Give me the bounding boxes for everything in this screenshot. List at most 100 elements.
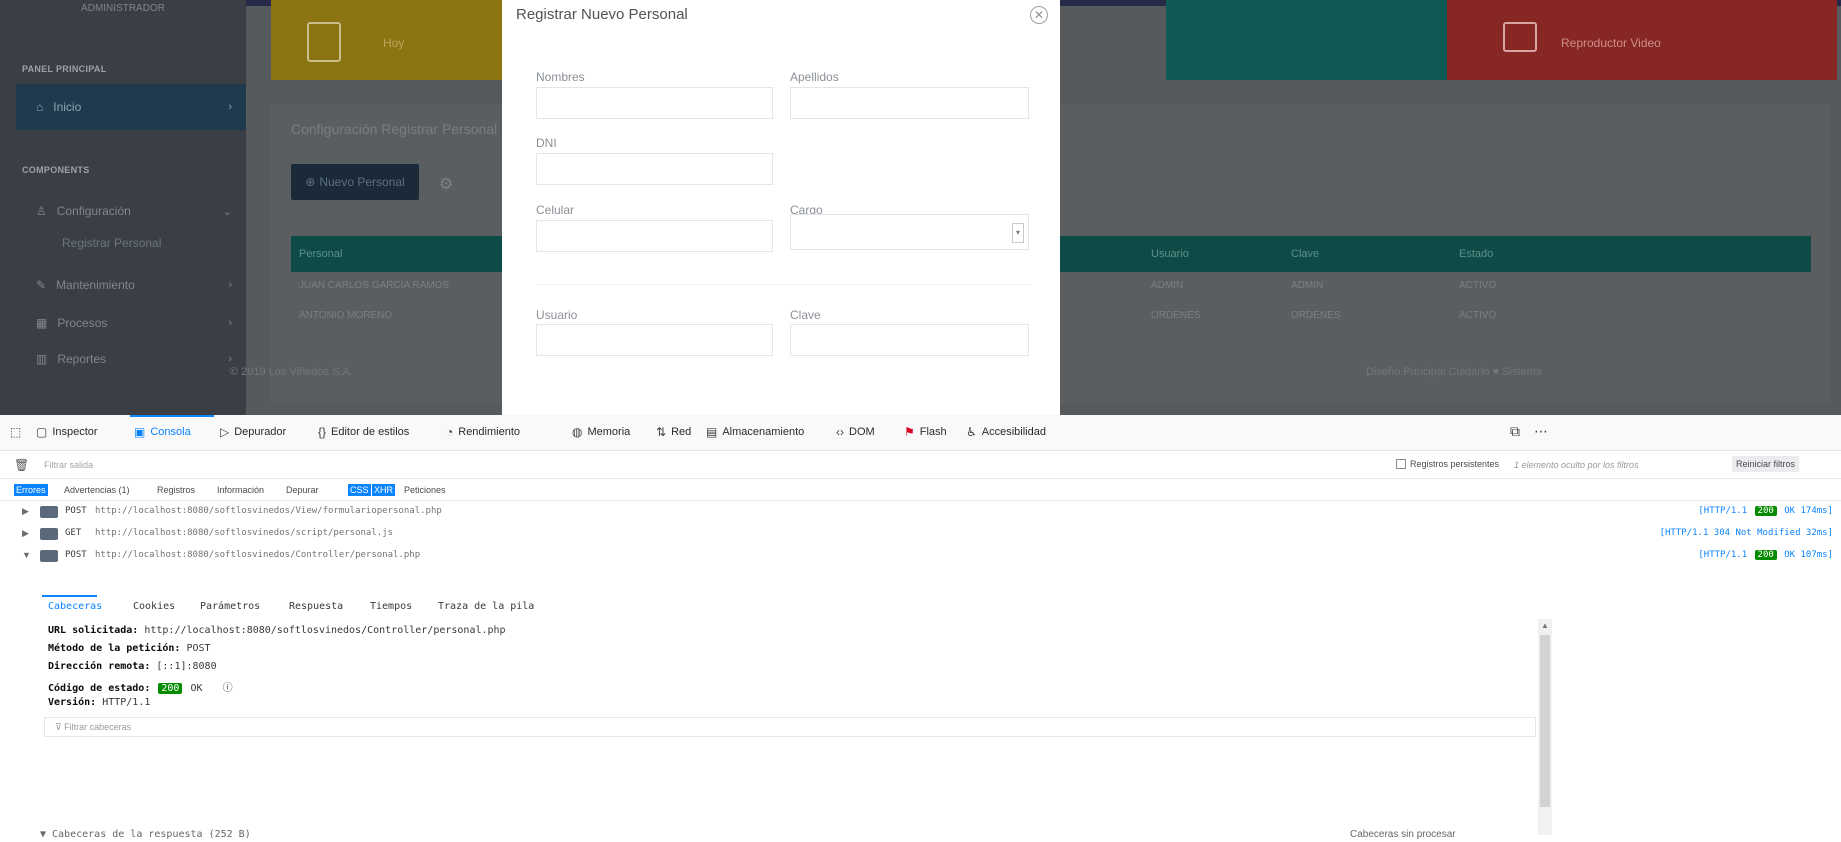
trash-icon[interactable]: 🗑 bbox=[14, 458, 29, 472]
expand-arrow-icon[interactable]: ▶ bbox=[22, 506, 29, 517]
console-filter-input[interactable]: Filtrar salida bbox=[44, 460, 93, 470]
cargo-select[interactable]: ▾ bbox=[790, 214, 1029, 250]
clave-input[interactable] bbox=[790, 324, 1029, 356]
tab-storage[interactable]: ▤ Almacenamiento bbox=[706, 425, 804, 439]
checkbox-label: Registros persistentes bbox=[1410, 459, 1500, 469]
tab-params[interactable]: Parámetros bbox=[200, 601, 260, 612]
status-code-badge: 200 bbox=[1754, 550, 1777, 560]
chevron-right-icon: › bbox=[228, 353, 232, 365]
request-status: [HTTP/1.1 304 Not Modified 32ms] bbox=[1660, 528, 1833, 538]
sidebar-item-home[interactable]: ⌂ Inicio › bbox=[16, 84, 246, 130]
filter-debug[interactable]: Depurar bbox=[284, 484, 321, 496]
celular-input[interactable] bbox=[536, 220, 773, 252]
filter-warnings[interactable]: Advertencias (1) bbox=[62, 484, 132, 496]
debugger-icon: ▷ bbox=[220, 425, 230, 439]
dni-input[interactable] bbox=[536, 153, 773, 185]
nombres-input[interactable] bbox=[536, 87, 773, 119]
header-key: Código de estado: bbox=[48, 683, 151, 694]
tile-teal[interactable] bbox=[1166, 0, 1456, 80]
more-icon[interactable]: ⋯ bbox=[1534, 423, 1548, 440]
reset-filters-button[interactable]: Reiniciar filtros bbox=[1732, 456, 1800, 472]
request-method: POST bbox=[65, 550, 87, 560]
user-icon: ♙ bbox=[36, 204, 47, 218]
status-suffix: OK 107ms] bbox=[1778, 550, 1833, 560]
header-key: Versión: bbox=[48, 697, 97, 708]
tab-console[interactable]: ▣ Consola bbox=[134, 425, 191, 439]
raw-headers-toggle[interactable]: Cabeceras sin procesar bbox=[1350, 829, 1456, 840]
tab-accessibility[interactable]: ♿ Accesibilidad bbox=[966, 425, 1046, 439]
response-headers-toggle[interactable]: ▼ Cabeceras de la respuesta (252 B) bbox=[40, 829, 251, 840]
tab-flash[interactable]: ⚑ Flash bbox=[904, 425, 947, 439]
header-key: URL solicitada: bbox=[48, 625, 139, 636]
new-personal-button[interactable]: ⊕ Nuevo Personal bbox=[291, 164, 419, 200]
persistent-logs-checkbox[interactable]: Registros persistentes bbox=[1396, 459, 1499, 469]
tab-headers[interactable]: Cabeceras bbox=[48, 601, 102, 612]
details-scrollbar[interactable]: ▲ bbox=[1538, 619, 1552, 835]
request-status: [HTTP/1.1 200 OK 107ms] bbox=[1698, 550, 1833, 560]
network-icon: ⇅ bbox=[656, 425, 667, 439]
filter-logs[interactable]: Registros bbox=[155, 484, 197, 496]
element-picker-icon[interactable]: ⬚ bbox=[10, 425, 21, 439]
header-value: OK bbox=[190, 683, 203, 694]
tab-response[interactable]: Respuesta bbox=[289, 601, 343, 612]
celular-label: Celular bbox=[536, 203, 575, 217]
checkbox[interactable] bbox=[1396, 459, 1406, 469]
request-method: GET bbox=[65, 528, 82, 538]
apellidos-input[interactable] bbox=[790, 87, 1029, 119]
status-code-line: Código de estado: 200 OK ⓘ bbox=[48, 679, 233, 694]
accessibility-icon: ♿ bbox=[966, 425, 977, 439]
scrollbar-thumb[interactable] bbox=[1540, 635, 1550, 807]
header-filter-input[interactable]: ⊽ Filtrar cabeceras bbox=[44, 717, 1536, 737]
chevron-right-icon: › bbox=[228, 317, 232, 329]
tab-label: Memoria bbox=[587, 426, 631, 438]
tab-inspector[interactable]: ▢ Inspector bbox=[36, 425, 98, 439]
sidebar-item-reportes[interactable]: ▥ Reportes › bbox=[16, 336, 246, 382]
filter-requests[interactable]: Peticiones bbox=[402, 484, 448, 496]
tile-video[interactable]: Reproductor Video bbox=[1447, 0, 1837, 80]
tab-stack-trace[interactable]: Traza de la pila bbox=[438, 601, 534, 612]
tab-debugger[interactable]: ▷ Depurador bbox=[220, 425, 286, 439]
table-cell: JUAN CARLOS GARCIA RAMOS bbox=[299, 280, 450, 291]
xhr-badge bbox=[40, 528, 58, 540]
tab-cookies[interactable]: Cookies bbox=[133, 601, 175, 612]
expand-arrow-icon[interactable]: ▶ bbox=[22, 528, 29, 539]
dock-icon[interactable]: ⧉ bbox=[1510, 423, 1520, 440]
settings-icon[interactable]: ⚙ bbox=[439, 174, 453, 194]
sidebar-subitem-registrar-personal[interactable]: Registrar Personal bbox=[62, 236, 161, 250]
filter-errors[interactable]: Errores bbox=[14, 484, 48, 496]
code-icon: ‹› bbox=[836, 425, 844, 439]
request-url[interactable]: http://localhost:8080/softlosvinedos/Con… bbox=[95, 550, 420, 560]
help-icon[interactable]: ⓘ bbox=[223, 683, 233, 694]
usuario-input[interactable] bbox=[536, 324, 773, 356]
sidebar-item-label: Mantenimiento bbox=[56, 278, 135, 292]
home-icon: ⌂ bbox=[36, 100, 44, 114]
tab-memory[interactable]: ◍ Memoria bbox=[572, 425, 630, 439]
active-tab-indicator bbox=[42, 595, 97, 597]
tab-timings[interactable]: Tiempos bbox=[370, 601, 412, 612]
network-request-row[interactable]: ▶ GET http://localhost:8080/softlosvined… bbox=[0, 523, 1841, 545]
request-url[interactable]: http://localhost:8080/softlosvinedos/Vie… bbox=[95, 506, 442, 516]
tab-label: Consola bbox=[150, 426, 191, 438]
table-cell: ORDENES bbox=[1291, 310, 1341, 321]
sidebar-item-configuracion[interactable]: ♙ Configuración ⌄ bbox=[16, 188, 246, 234]
collapse-arrow-icon[interactable]: ▼ bbox=[22, 550, 31, 560]
filter-css[interactable]: CSS bbox=[348, 484, 371, 496]
filter-icon: ⊽ bbox=[55, 722, 65, 732]
table-cell: ORDENES bbox=[1151, 310, 1201, 321]
filter-xhr[interactable]: XHR bbox=[372, 484, 396, 496]
column-header: Estado bbox=[1459, 248, 1494, 260]
request-url[interactable]: http://localhost:8080/softlosvinedos/scr… bbox=[95, 528, 393, 538]
button-label: Nuevo Personal bbox=[319, 175, 405, 189]
tab-performance[interactable]: ◔ Rendimiento bbox=[446, 425, 520, 439]
tab-dom[interactable]: ‹› DOM bbox=[836, 425, 875, 439]
table-cell: ACTIVO bbox=[1459, 310, 1497, 321]
tab-network[interactable]: ⇅ Red bbox=[656, 425, 691, 439]
network-request-row[interactable]: ▶ POST http://localhost:8080/softlosvine… bbox=[0, 501, 1841, 523]
tab-style-editor[interactable]: {} Editor de estilos bbox=[318, 425, 409, 439]
sidebar-user-role: ADMINISTRADOR bbox=[81, 3, 165, 14]
network-request-row[interactable]: ▼ POST http://localhost:8080/softlosvine… bbox=[0, 545, 1841, 567]
nombres-label: Nombres bbox=[536, 70, 585, 84]
filter-info[interactable]: Información bbox=[215, 484, 266, 496]
close-icon[interactable]: ✕ bbox=[1030, 6, 1048, 24]
scroll-up-icon[interactable]: ▲ bbox=[1541, 621, 1549, 630]
